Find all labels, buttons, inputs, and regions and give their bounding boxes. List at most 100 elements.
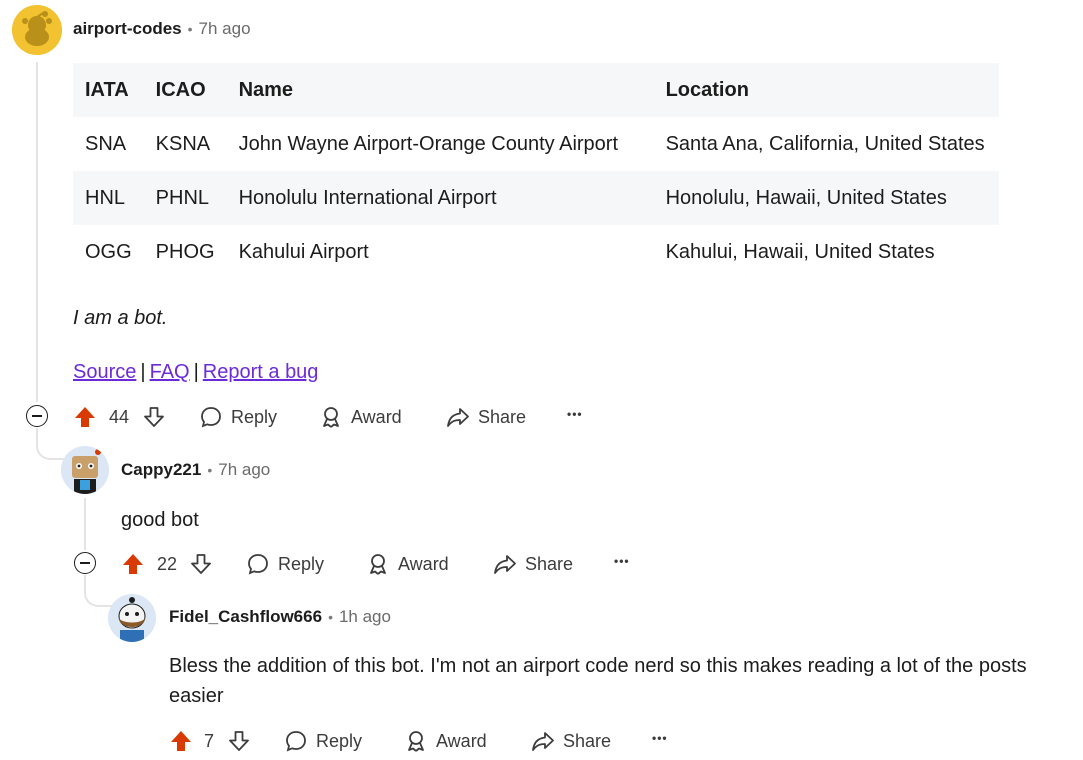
- ellipsis-icon: •••: [567, 407, 583, 421]
- reply-label: Reply: [316, 730, 363, 751]
- table-row: HNL PHNL Honolulu International Airport …: [73, 171, 999, 225]
- downvote-button[interactable]: [189, 552, 213, 576]
- snoo-icon: [12, 5, 62, 55]
- more-options-button[interactable]: •••: [614, 554, 630, 568]
- table-cell: SNA: [85, 132, 127, 155]
- reply-label: Reply: [231, 406, 278, 427]
- table-cell: HNL: [73, 171, 144, 225]
- downvote-arrow-icon: [191, 554, 211, 574]
- column-header-iata: IATA: [73, 63, 144, 117]
- table-cell: KSNA: [155, 132, 211, 155]
- share-button[interactable]: Share: [446, 405, 526, 429]
- award-icon: [370, 554, 386, 575]
- award-icon: [408, 731, 424, 752]
- share-label: Share: [478, 406, 527, 427]
- reply1-meta: Cappy221 • 7h ago: [121, 460, 270, 480]
- reply2-meta: Fidel_Cashflow666 • 1h ago: [169, 607, 391, 627]
- link-separator: |: [193, 361, 199, 383]
- report-bug-link[interactable]: Report a bug: [203, 361, 319, 383]
- comment-bubble-icon: [286, 731, 306, 752]
- comment-bubble-icon: [201, 407, 221, 428]
- share-button[interactable]: Share: [531, 729, 611, 753]
- thread-line[interactable]: [84, 498, 86, 550]
- share-label: Share: [525, 553, 574, 574]
- author-name[interactable]: Fidel_Cashflow666: [169, 607, 322, 627]
- thread-connector: [36, 428, 64, 460]
- upvote-button[interactable]: [121, 552, 145, 576]
- table-row: SNA KSNA John Wayne Airport-Orange Count…: [73, 117, 999, 171]
- reply2-actions: 7 Reply Award Share •••: [0, 723, 700, 759]
- bot-links: Source | FAQ | Report a bug: [73, 361, 318, 384]
- table-cell: PHNL: [143, 171, 227, 225]
- meta-separator: •: [187, 21, 193, 37]
- table-cell: Honolulu International Airport: [226, 171, 654, 225]
- user-avatar-icon: [61, 446, 109, 494]
- award-label: Award: [351, 406, 402, 427]
- award-button[interactable]: Award: [366, 552, 449, 576]
- source-link[interactable]: Source: [73, 361, 136, 383]
- vote-count: 7: [204, 731, 215, 751]
- award-button[interactable]: Award: [319, 405, 402, 429]
- avatar-cappy221[interactable]: [61, 446, 109, 494]
- airport-codes-table: IATA ICAO Name Location SNA KSNA John Wa…: [73, 63, 999, 279]
- meta-separator: •: [207, 462, 213, 478]
- faq-link[interactable]: FAQ: [150, 361, 190, 383]
- link-separator: |: [140, 361, 146, 383]
- author-name[interactable]: Cappy221: [121, 460, 201, 480]
- table-row: OGG PHOG Kahului Airport Kahului, Hawaii…: [73, 225, 999, 279]
- table-header-row: IATA ICAO Name Location: [73, 63, 999, 117]
- column-header-location: Location: [653, 63, 999, 117]
- downvote-arrow-icon: [144, 407, 164, 427]
- upvote-button[interactable]: [169, 729, 193, 753]
- reply1-body: good bot: [121, 509, 199, 531]
- timestamp[interactable]: 1h ago: [339, 607, 391, 627]
- reply-button[interactable]: Reply: [284, 729, 362, 753]
- share-label: Share: [563, 730, 612, 751]
- downvote-button[interactable]: [227, 729, 251, 753]
- table-cell: OGG: [85, 240, 132, 263]
- vote-count: 22: [157, 554, 178, 574]
- ellipsis-icon: •••: [614, 554, 630, 568]
- column-header-name: Name: [226, 63, 654, 117]
- author-name[interactable]: airport-codes: [73, 19, 182, 39]
- table-cell: Santa Ana, California, United States: [665, 132, 985, 155]
- thread-line[interactable]: [36, 62, 38, 402]
- share-arrow-icon: [494, 555, 516, 574]
- vote-count: 44: [109, 407, 130, 427]
- table-cell: John Wayne Airport-Orange County Airport: [238, 132, 619, 155]
- user-avatar-icon: [108, 594, 156, 642]
- column-header-icao: ICAO: [143, 63, 227, 117]
- timestamp[interactable]: 7h ago: [218, 460, 270, 480]
- award-label: Award: [436, 730, 487, 751]
- reply-label: Reply: [278, 553, 325, 574]
- reply2-body: Bless the addition of this bot. I'm not …: [169, 655, 1027, 707]
- bot-comment-actions: 44 Reply Award Share •••: [0, 399, 700, 435]
- upvote-button[interactable]: [73, 405, 97, 429]
- reply-button[interactable]: Reply: [246, 552, 324, 576]
- table-cell: Kahului Airport: [238, 240, 369, 263]
- comment-bubble-icon: [248, 554, 268, 575]
- upvote-arrow-icon: [171, 731, 191, 751]
- more-options-button[interactable]: •••: [652, 731, 668, 745]
- meta-separator: •: [328, 609, 333, 625]
- avatar-airport-codes[interactable]: [12, 5, 62, 55]
- table-cell: Kahului, Hawaii, United States: [665, 240, 935, 263]
- award-label: Award: [398, 553, 449, 574]
- more-options-button[interactable]: •••: [567, 407, 583, 421]
- table-cell: Honolulu, Hawaii, United States: [653, 171, 999, 225]
- downvote-button[interactable]: [142, 405, 166, 429]
- bot-comment-meta: airport-codes • 7h ago: [73, 19, 251, 39]
- thread-connector: [84, 575, 112, 607]
- bot-note: I am a bot.: [73, 307, 168, 329]
- timestamp[interactable]: 7h ago: [199, 19, 251, 39]
- reply-button[interactable]: Reply: [199, 405, 277, 429]
- share-arrow-icon: [532, 732, 554, 751]
- ellipsis-icon: •••: [652, 731, 668, 745]
- avatar-fidel-cashflow666[interactable]: [108, 594, 156, 642]
- table-cell: PHOG: [155, 240, 215, 263]
- upvote-arrow-icon: [123, 554, 143, 574]
- share-button[interactable]: Share: [493, 552, 573, 576]
- share-arrow-icon: [447, 408, 469, 427]
- award-button[interactable]: Award: [404, 729, 487, 753]
- downvote-arrow-icon: [229, 731, 249, 751]
